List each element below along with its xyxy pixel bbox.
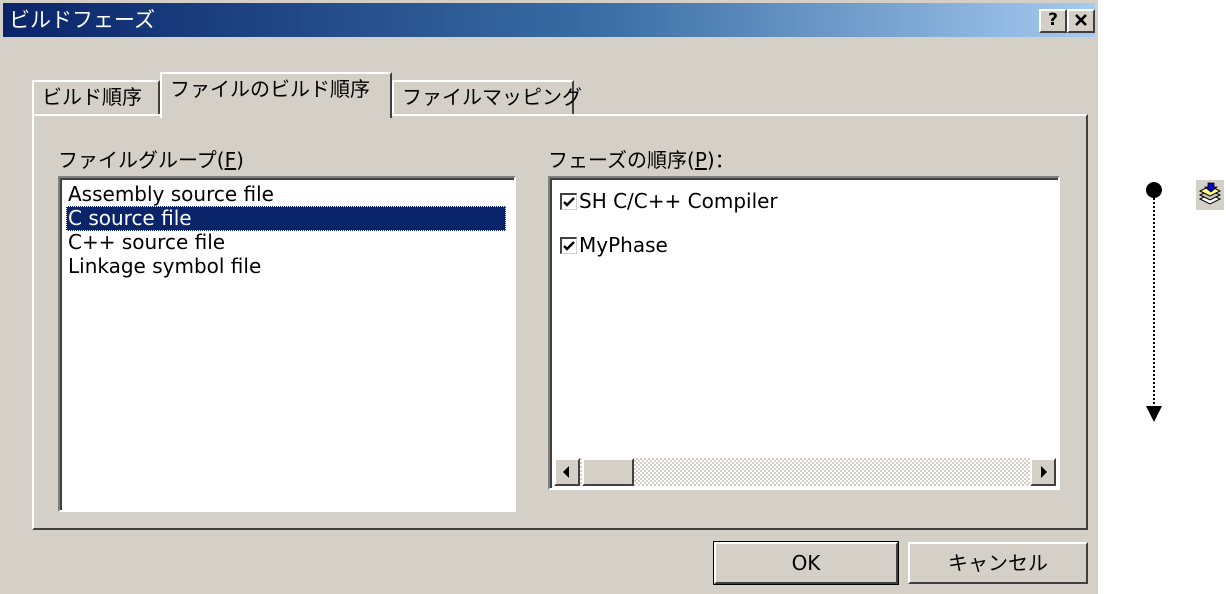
list-item[interactable]: Linkage symbol file [66,254,261,279]
tab-file-build-order[interactable]: ファイルのビルド順序 [160,72,392,118]
tab-build-order[interactable]: ビルド順序 [32,80,160,116]
checkbox[interactable] [560,237,577,254]
phase-order-label: フェーズの順序(P)： [548,148,735,172]
help-button[interactable]: ? [1039,9,1067,33]
tab-panel: ファイルグループ(F) Assembly source file C sourc… [32,114,1088,530]
phase-item-label: SH C/C++ Compiler [579,189,778,213]
phase-item-label: MyPhase [579,233,668,257]
scroll-right-button[interactable] [1030,458,1056,486]
arrow-left-icon [563,466,569,478]
list-item-selected[interactable]: C source file [66,206,506,231]
title-bar[interactable]: ビルドフェーズ ? [3,3,1095,37]
build-phase-dialog: ビルドフェーズ ? ビルド順序 ファイルのビルド順序 ファイルマッピング ファイ… [0,0,1098,594]
layers-icon [1196,180,1224,210]
list-item[interactable]: Assembly source file [66,182,274,207]
close-icon [1075,14,1087,26]
window-title: ビルドフェーズ [9,8,155,32]
phase-order-listbox[interactable]: SH C/C++ Compiler MyPhase [548,176,1060,490]
ok-button[interactable]: OK [713,541,899,585]
check-icon [563,241,575,251]
down-arrow-timeline-icon [1146,182,1162,422]
close-button[interactable] [1067,9,1095,33]
tab-file-mapping[interactable]: ファイルマッピング [392,80,582,116]
file-group-label: ファイルグループ(F) [58,148,244,172]
checkbox[interactable] [560,193,577,210]
check-icon [563,197,575,207]
scroll-thumb[interactable] [582,458,634,486]
scroll-left-button[interactable] [554,458,580,486]
cancel-button[interactable]: キャンセル [908,542,1088,584]
horizontal-scrollbar[interactable] [554,458,1056,486]
arrow-right-icon [1041,466,1047,478]
list-item[interactable]: C++ source file [66,230,225,255]
file-group-listbox[interactable]: Assembly source file C source file C++ s… [58,176,516,512]
